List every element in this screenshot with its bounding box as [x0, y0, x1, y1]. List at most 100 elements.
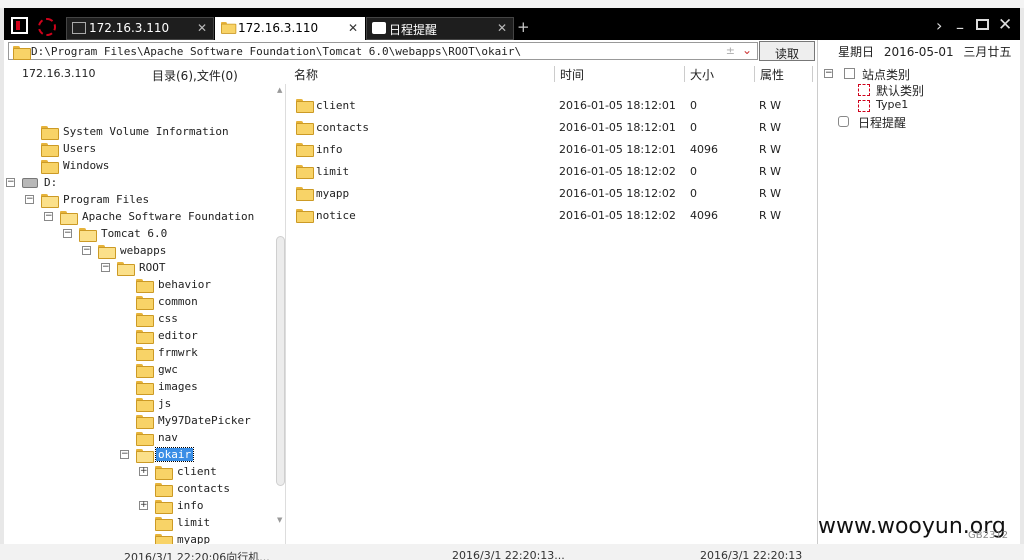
- column-attr[interactable]: 属性: [756, 66, 784, 84]
- scroll-up-icon[interactable]: ▲: [277, 86, 282, 94]
- file-row[interactable]: client 2016-01-05 18:12:01 0 R W: [288, 95, 816, 117]
- expand-icon[interactable]: +: [139, 501, 148, 510]
- tree-node[interactable]: js: [4, 396, 274, 413]
- tree-node[interactable]: common: [4, 294, 274, 311]
- tree-node-label: Apache Software Foundation: [82, 210, 255, 223]
- path-field[interactable]: D:\Program Files\Apache Software Foundat…: [8, 42, 758, 60]
- collapse-icon[interactable]: −: [82, 246, 91, 255]
- tree-node[interactable]: images: [4, 379, 274, 396]
- minimize-button[interactable]: –: [956, 18, 964, 37]
- folder-icon: [155, 500, 173, 514]
- plus-minus-icon[interactable]: ±: [726, 44, 735, 57]
- tree-node-label: editor: [158, 329, 198, 342]
- background-page-top: [0, 0, 1024, 8]
- folder-icon: [296, 187, 314, 201]
- file-row[interactable]: contacts 2016-01-05 18:12:01 0 R W: [288, 117, 816, 139]
- file-row[interactable]: notice 2016-01-05 18:12:02 4096 R W: [288, 205, 816, 227]
- tree-node[interactable]: behavior: [4, 277, 274, 294]
- collapse-icon[interactable]: −: [120, 450, 129, 459]
- file-row[interactable]: info 2016-01-05 18:12:01 4096 R W: [288, 139, 816, 161]
- folder-icon: [136, 432, 154, 446]
- category-icon: [844, 68, 855, 79]
- tree-node[interactable]: − D:: [4, 175, 274, 192]
- expand-icon[interactable]: +: [139, 467, 148, 476]
- tree-node[interactable]: − okair: [4, 447, 274, 464]
- chevron-right-icon[interactable]: ›: [936, 16, 942, 35]
- tree-node[interactable]: limit: [4, 515, 274, 532]
- checkbox-icon[interactable]: [858, 100, 870, 112]
- file-attr: R W: [759, 121, 782, 134]
- maximize-button[interactable]: [976, 19, 989, 30]
- tree-node[interactable]: css: [4, 311, 274, 328]
- background-text: 2016/3/1 22:20:06向行机...: [124, 551, 270, 560]
- date-bar: 星期日 2016-05-01 三月廿五: [838, 43, 1011, 60]
- close-icon[interactable]: ✕: [348, 21, 358, 35]
- scroll-thumb[interactable]: [276, 236, 285, 486]
- folder-icon: [155, 483, 173, 497]
- file-time: 2016-01-05 18:12:02: [559, 165, 676, 178]
- chevron-down-icon[interactable]: ⌄: [742, 43, 752, 57]
- folder-icon: [79, 228, 97, 242]
- tree-node[interactable]: gwc: [4, 362, 274, 379]
- tree-node-label: ROOT: [139, 261, 166, 274]
- tree-node[interactable]: Windows: [4, 158, 274, 175]
- file-attr: R W: [759, 187, 782, 200]
- folder-icon: [41, 143, 59, 157]
- app-logo-icon[interactable]: [11, 17, 28, 34]
- folder-icon: [136, 364, 154, 378]
- add-tab-button[interactable]: +: [517, 18, 530, 36]
- tree-node[interactable]: − webapps: [4, 243, 274, 260]
- tab-file-manager[interactable]: 172.16.3.110 ✕: [215, 17, 365, 40]
- file-time: 2016-01-05 18:12:01: [559, 143, 676, 156]
- tree-node-label: okair: [154, 447, 195, 462]
- checkbox-icon[interactable]: [858, 84, 870, 96]
- collapse-icon[interactable]: −: [44, 212, 53, 221]
- tree-node[interactable]: contacts: [4, 481, 274, 498]
- column-size[interactable]: 大小: [686, 66, 714, 84]
- tree-node-label: css: [158, 312, 178, 325]
- scroll-down-icon[interactable]: ▼: [277, 516, 282, 524]
- collapse-icon[interactable]: −: [101, 263, 110, 272]
- column-time[interactable]: 时间: [556, 66, 584, 84]
- tree-node-label: Program Files: [63, 193, 150, 206]
- record-icon[interactable]: [38, 18, 56, 36]
- folder-icon: [221, 22, 237, 34]
- tree-node[interactable]: − Program Files: [4, 192, 274, 209]
- tree-node[interactable]: System Volume Information: [4, 124, 274, 141]
- column-name[interactable]: 名称: [290, 66, 318, 84]
- collapse-icon[interactable]: −: [6, 178, 15, 187]
- collapse-icon[interactable]: −: [63, 229, 72, 238]
- encoding-label: GB2312: [968, 530, 1009, 541]
- close-window-button[interactable]: ✕: [998, 15, 1012, 35]
- file-size: 4096: [690, 143, 718, 156]
- tree-node[interactable]: − Apache Software Foundation: [4, 209, 274, 226]
- file-row[interactable]: myapp 2016-01-05 18:12:02 0 R W: [288, 183, 816, 205]
- file-size: 0: [690, 187, 697, 200]
- tree-node[interactable]: myapp: [4, 532, 274, 544]
- collapse-icon[interactable]: −: [25, 195, 34, 204]
- collapse-icon[interactable]: −: [824, 69, 833, 78]
- file-size: 4096: [690, 209, 718, 222]
- folder-icon: [136, 313, 154, 327]
- tree-node-label: My97DatePicker: [158, 414, 251, 427]
- tree-scrollbar[interactable]: ▲ ▼: [275, 86, 286, 526]
- close-icon[interactable]: ✕: [197, 21, 207, 35]
- tree-node-label: Users: [63, 142, 97, 155]
- close-icon[interactable]: ✕: [497, 21, 507, 35]
- reminder-label: 日程提醒: [858, 116, 907, 130]
- tree-node[interactable]: editor: [4, 328, 274, 345]
- file-row[interactable]: limit 2016-01-05 18:12:02 0 R W: [288, 161, 816, 183]
- tree-node[interactable]: nav: [4, 430, 274, 447]
- tree-node[interactable]: Users: [4, 141, 274, 158]
- tab-terminal[interactable]: 172.16.3.110 ✕: [66, 17, 214, 40]
- tree-node[interactable]: My97DatePicker: [4, 413, 274, 430]
- read-button[interactable]: 读取: [759, 41, 815, 61]
- tree-node[interactable]: + info: [4, 498, 274, 515]
- tab-schedule[interactable]: 日程提醒 ✕: [366, 17, 514, 40]
- tree-node[interactable]: + client: [4, 464, 274, 481]
- tree-node-label: limit: [177, 516, 211, 529]
- tree-node[interactable]: − Tomcat 6.0: [4, 226, 274, 243]
- directory-tree: System Volume Information Users Windows − D:…: [4, 84, 286, 544]
- tree-node[interactable]: − ROOT: [4, 260, 274, 277]
- tree-node[interactable]: frmwrk: [4, 345, 274, 362]
